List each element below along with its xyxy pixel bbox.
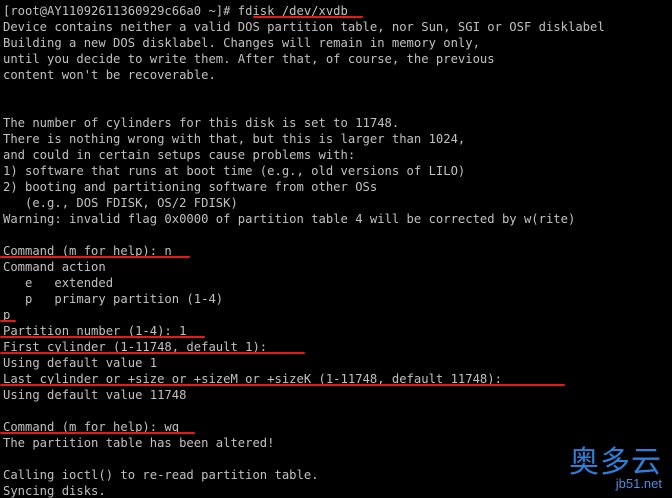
terminal-line: 2) booting and partitioning software fro…: [3, 180, 378, 194]
terminal-line: Syncing disks.: [3, 484, 106, 498]
annotation-underline: [0, 336, 205, 338]
terminal-line: Warning: invalid flag 0x0000 of partitio…: [3, 212, 576, 226]
terminal-line: (e.g., DOS FDISK, OS/2 FDISK): [3, 196, 238, 210]
terminal-line: The partition table has been altered!: [3, 436, 275, 450]
terminal-line: and could in certain setups cause proble…: [3, 148, 356, 162]
annotation-underline: [0, 256, 190, 258]
terminal-line: Using default value 1: [3, 356, 158, 370]
terminal-line: Building a new DOS disklabel. Changes wi…: [3, 36, 480, 50]
annotation-underline: [0, 432, 195, 434]
terminal-line: content won't be recoverable.: [3, 68, 216, 82]
terminal-line: 1) software that runs at boot time (e.g.…: [3, 164, 466, 178]
annotation-underline: [253, 16, 363, 18]
annotation-underline: [0, 320, 16, 322]
terminal-line: p primary partition (1-4): [3, 292, 224, 306]
terminal-line: Using default value 11748: [3, 388, 187, 402]
terminal-line: e extended: [3, 276, 114, 290]
terminal-line: p: [3, 308, 11, 322]
terminal-line: until you decide to write them. After th…: [3, 52, 495, 66]
terminal-line: Device contains neither a valid DOS part…: [3, 20, 605, 34]
annotation-underline: [0, 384, 565, 386]
annotation-underline: [0, 352, 305, 354]
terminal-line: The number of cylinders for this disk is…: [3, 116, 400, 130]
terminal-line: There is nothing wrong with that, but th…: [3, 132, 466, 146]
terminal-window[interactable]: [root@AY11092611360929c66a0 ~]# fdisk /d…: [0, 0, 672, 498]
terminal-line: Command action: [3, 260, 106, 274]
terminal-line: Calling ioctl() to re-read partition tab…: [3, 468, 319, 482]
